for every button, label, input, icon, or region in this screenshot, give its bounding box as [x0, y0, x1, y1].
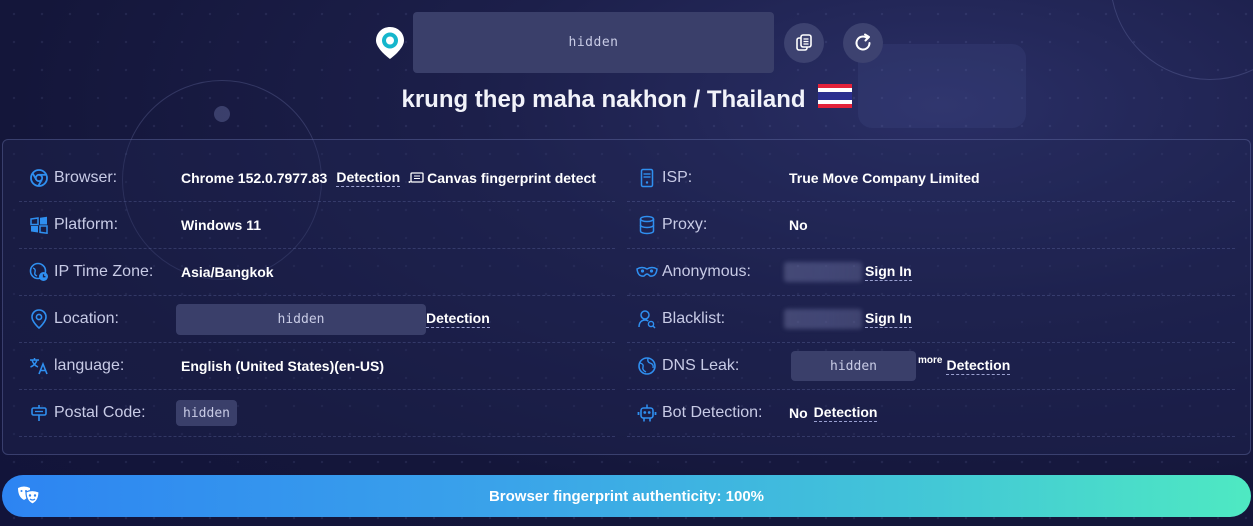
- incognito-mask-icon: [635, 261, 659, 283]
- bot-detection-label: Bot Detection:: [662, 404, 763, 421]
- row-timezone: IP Time Zone: Asia/Bangkok: [19, 249, 615, 296]
- dns-leak-label: DNS Leak:: [662, 357, 740, 374]
- bot-detection-value: No: [789, 405, 808, 421]
- language-label: language:: [54, 357, 125, 374]
- row-dns-leak: DNS Leak: hidden more Detection: [627, 343, 1235, 390]
- blacklist-blurred-value: [784, 309, 862, 329]
- proxy-label: Proxy:: [662, 216, 708, 233]
- row-browser: Browser: Chrome 152.0.7977.83 Detection …: [19, 155, 615, 202]
- row-isp: ISP: True Move Company Limited: [627, 155, 1235, 202]
- isp-label: ISP:: [662, 169, 693, 186]
- masks-icon: [16, 485, 42, 507]
- language-value: English (United States)(en-US): [181, 358, 385, 374]
- location-hidden-value: hidden: [176, 303, 426, 335]
- postal-label: Postal Code:: [54, 404, 146, 421]
- copy-icon: [796, 33, 812, 51]
- row-anonymous: Anonymous: Sign In: [627, 249, 1235, 296]
- user-search-icon: [635, 308, 659, 330]
- anonymous-blurred-value: [784, 262, 862, 282]
- platform-value: Windows 11: [181, 217, 262, 233]
- globe-icon: [635, 355, 659, 377]
- refresh-icon: [855, 33, 871, 50]
- map-pin-icon: [27, 308, 51, 330]
- info-column-right: ISP: True Move Company Limited Proxy: No…: [627, 140, 1235, 437]
- row-bot-detection: Bot Detection: No Detection: [627, 390, 1235, 437]
- info-column-left: Browser: Chrome 152.0.7977.83 Detection …: [19, 140, 615, 437]
- anonymous-label: Anonymous:: [662, 263, 751, 280]
- server-icon: [635, 167, 659, 189]
- location-detection-link[interactable]: Detection: [426, 310, 490, 328]
- row-blacklist: Blacklist: Sign In: [627, 296, 1235, 343]
- platform-label: Platform:: [54, 216, 119, 233]
- row-proxy: Proxy: No: [627, 202, 1235, 249]
- row-language: language: English (United States)(en-US): [19, 343, 615, 390]
- windows-icon: [27, 214, 51, 236]
- location-country: Thailand: [706, 85, 806, 113]
- dns-more-link[interactable]: more: [918, 355, 942, 366]
- ip-address-field: hidden: [413, 12, 774, 73]
- chrome-icon: [27, 167, 51, 189]
- timezone-value: Asia/Bangkok: [181, 264, 274, 280]
- authenticity-score-text: Browser fingerprint authenticity: 100%: [488, 487, 765, 505]
- location-pin-icon: [372, 25, 408, 61]
- database-icon: [635, 214, 659, 236]
- browser-detection-link[interactable]: Detection: [336, 169, 401, 187]
- isp-value: True Move Company Limited: [789, 170, 980, 186]
- bot-detection-link[interactable]: Detection: [813, 404, 878, 422]
- canvas-icon: [408, 172, 424, 184]
- globe-clock-icon: [27, 261, 51, 283]
- canvas-fingerprint-link[interactable]: Canvas fingerprint detect: [427, 170, 596, 186]
- dns-detection-link[interactable]: Detection: [946, 357, 1011, 375]
- translate-icon: [27, 355, 51, 377]
- row-location: Location: hidden Detection: [19, 296, 615, 343]
- location-separator: /: [686, 85, 707, 113]
- location-label: Location:: [54, 310, 119, 327]
- postal-hidden-value: hidden: [176, 400, 237, 426]
- refresh-button[interactable]: [843, 22, 883, 63]
- location-heading: krung thep maha nakhon / Thailand: [0, 84, 1253, 115]
- thailand-flag-icon: [817, 84, 852, 115]
- browser-label: Browser:: [54, 169, 118, 186]
- fingerprint-panel: Browser: Chrome 152.0.7977.83 Detection …: [2, 139, 1251, 455]
- postal-sign-icon: [27, 402, 51, 424]
- dns-hidden-value: hidden: [791, 351, 916, 381]
- copy-button[interactable]: [784, 22, 824, 63]
- location-city: krung thep maha nakhon: [401, 85, 687, 113]
- blacklist-sign-in-link[interactable]: Sign In: [865, 310, 912, 328]
- timezone-label: IP Time Zone:: [54, 263, 154, 280]
- authenticity-score-bar: Browser fingerprint authenticity: 100%: [2, 475, 1251, 517]
- blacklist-label: Blacklist:: [662, 310, 726, 327]
- robot-icon: [635, 402, 659, 424]
- anonymous-sign-in-link[interactable]: Sign In: [865, 263, 912, 281]
- row-postal: Postal Code: hidden: [19, 390, 615, 437]
- ip-toolbar: hidden: [372, 12, 883, 73]
- proxy-value: No: [789, 217, 808, 233]
- row-platform: Platform: Windows 11: [19, 202, 615, 249]
- browser-value: Chrome 152.0.7977.83: [181, 170, 328, 186]
